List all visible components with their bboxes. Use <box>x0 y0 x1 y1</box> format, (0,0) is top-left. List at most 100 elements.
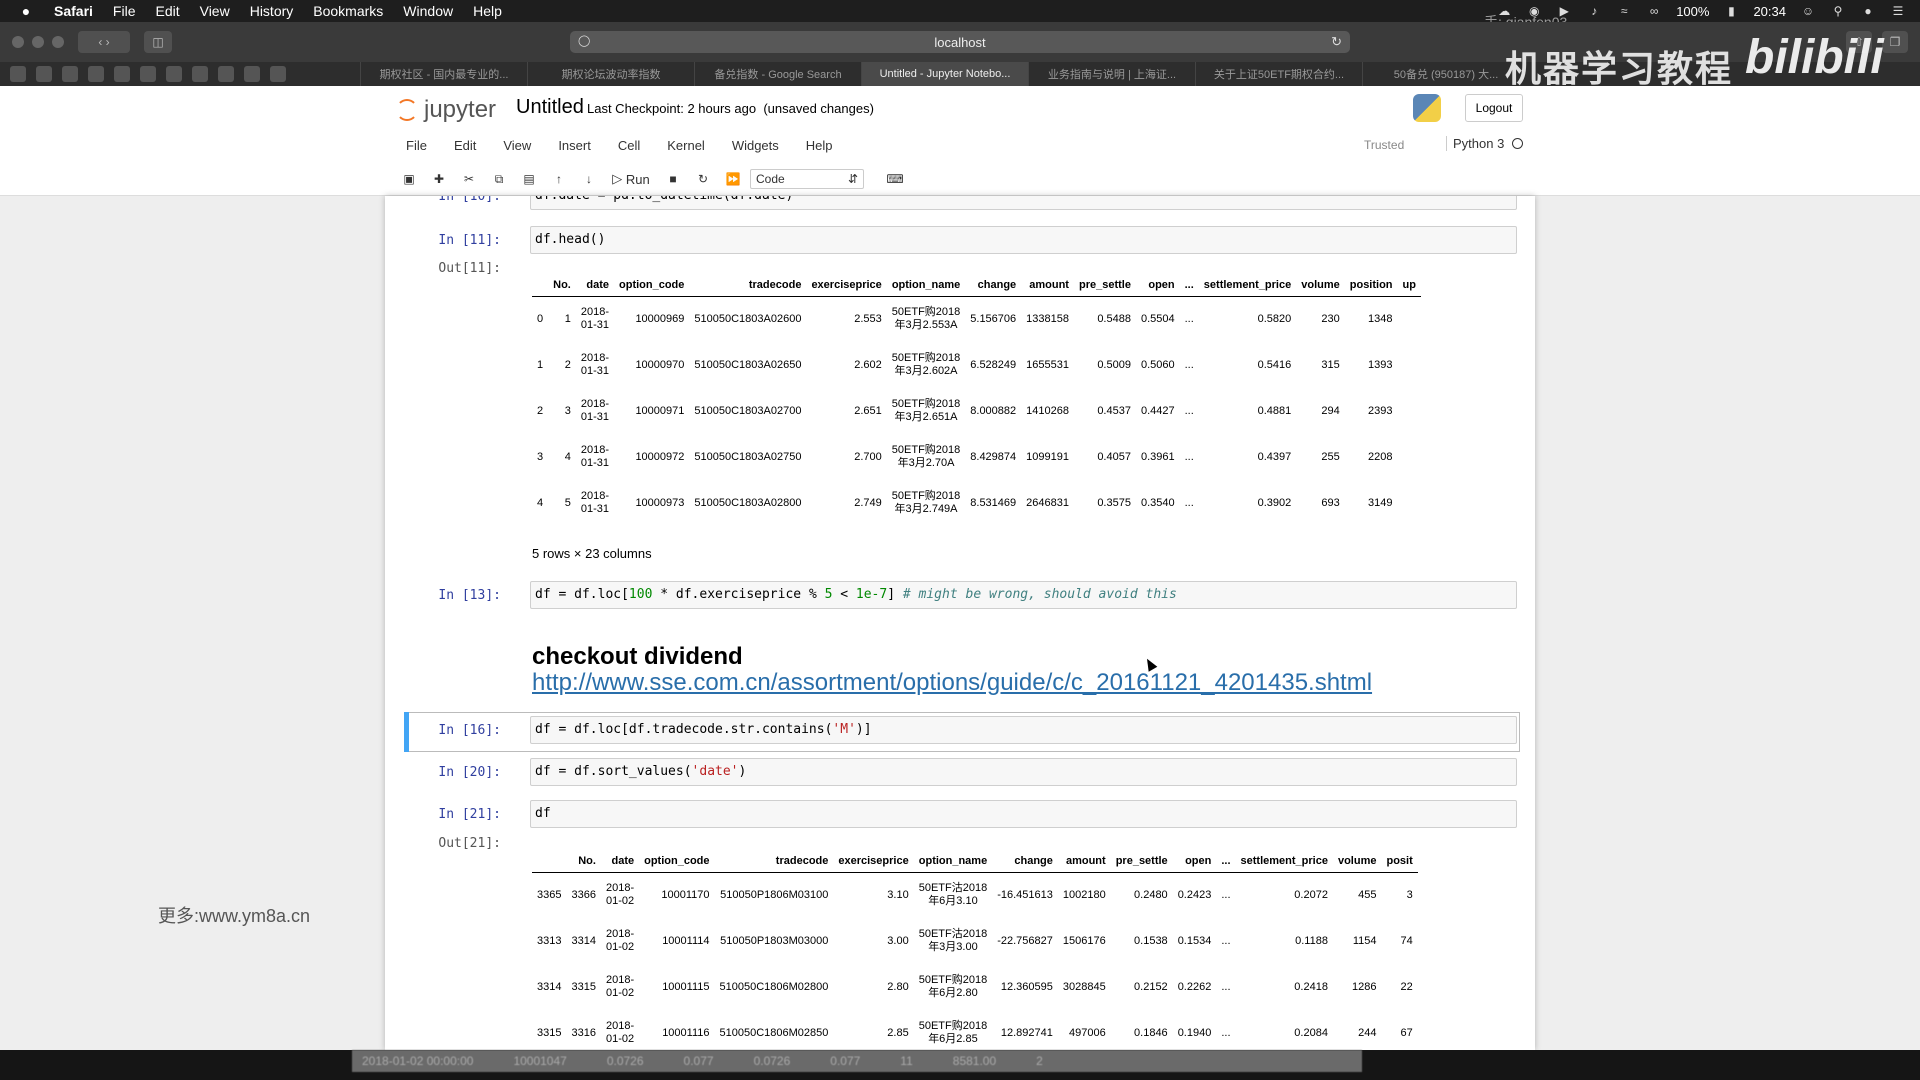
column-header: option_code <box>614 274 690 297</box>
tabs-overview-icon[interactable]: ❐ <box>1882 31 1908 53</box>
table-cell: 510050C1803A02800 <box>694 497 802 509</box>
code-cell[interactable]: df.head() <box>530 226 1517 254</box>
save-icon[interactable]: ▣ <box>396 168 422 190</box>
nb-menu-kernel[interactable]: Kernel <box>667 138 705 153</box>
table-cell: 0.3540 <box>1140 497 1175 509</box>
browser-tab[interactable]: 业务指南与说明 | 上海证... <box>1028 62 1195 86</box>
trusted-indicator[interactable]: Trusted <box>1364 138 1404 152</box>
menu-view[interactable]: View <box>200 3 230 19</box>
minimize-window-button[interactable] <box>32 36 44 48</box>
cut-icon[interactable]: ✂ <box>456 168 482 190</box>
nb-menu-view[interactable]: View <box>503 138 531 153</box>
paste-icon[interactable]: ▤ <box>516 168 542 190</box>
table-cell: 0.4881 <box>1257 405 1292 417</box>
clock[interactable]: 20:34 <box>1753 4 1786 19</box>
markdown-link[interactable]: http://www.sse.com.cn/assortment/options… <box>532 669 1372 697</box>
menu-help[interactable]: Help <box>473 3 502 19</box>
address-bar[interactable]: ◯ localhost ↻ <box>570 31 1350 53</box>
menu-window[interactable]: Window <box>403 3 453 19</box>
restart-icon[interactable]: ↻ <box>690 168 716 190</box>
add-cell-icon[interactable]: ✚ <box>426 168 452 190</box>
code-cell[interactable]: df.date = pd.to_datetime(df.date) <box>530 196 1517 210</box>
favorite-icon[interactable] <box>244 66 260 82</box>
bluetooth-icon[interactable]: ∞ <box>1646 4 1662 18</box>
menu-app-name[interactable]: Safari <box>54 3 93 19</box>
menu-edit[interactable]: Edit <box>155 3 179 19</box>
close-window-button[interactable] <box>12 36 24 48</box>
notification-center-icon[interactable]: ☰ <box>1890 4 1906 18</box>
run-button[interactable]: ▷ Run <box>606 168 656 190</box>
browser-tab[interactable]: 关于上证50ETF期权合约... <box>1195 62 1362 86</box>
user-icon[interactable]: ☺ <box>1800 4 1816 18</box>
notebook-title[interactable]: Untitled <box>516 96 584 119</box>
move-up-icon[interactable]: ↑ <box>546 168 572 190</box>
keyboard-icon[interactable]: ⌨ <box>882 168 908 190</box>
code-cell[interactable]: df = df.loc[df.tradecode.str.contains('M… <box>530 716 1517 744</box>
menu-bookmarks[interactable]: Bookmarks <box>313 3 383 19</box>
sidebar-toggle-icon[interactable]: ◫ <box>144 31 172 53</box>
move-down-icon[interactable]: ↓ <box>576 168 602 190</box>
volume-icon[interactable]: ♪ <box>1586 4 1602 18</box>
table-cell: 10000972 <box>635 451 685 463</box>
copy-icon[interactable]: ⧉ <box>486 168 512 190</box>
table-cell: 12.360595 <box>1000 981 1053 993</box>
table-cell: 74 <box>1400 935 1413 947</box>
table-cell: 12.892741 <box>1000 1027 1053 1039</box>
browser-tab[interactable]: 期权论坛波动率指数 <box>527 62 694 86</box>
spotlight-icon[interactable]: ⚲ <box>1830 4 1846 18</box>
favorite-icon[interactable] <box>166 66 182 82</box>
table-cell: 3.00 <box>887 935 909 947</box>
favorite-icon[interactable] <box>140 66 156 82</box>
table-cell: 0.5504 <box>1140 313 1175 326</box>
code-string: 'date' <box>691 764 739 779</box>
browser-tab[interactable]: 50备兑 (950187) 大... <box>1362 62 1529 86</box>
nb-menu-help[interactable]: Help <box>806 138 833 153</box>
menu-history[interactable]: History <box>250 3 294 19</box>
kernel-indicator[interactable]: Python 3 <box>1446 136 1524 151</box>
column-header: tradecode <box>689 274 807 297</box>
favorite-icon[interactable] <box>114 66 130 82</box>
jupyter-logo[interactable]: jupyter <box>396 96 496 124</box>
nb-menu-cell[interactable]: Cell <box>618 138 640 153</box>
back-forward-buttons[interactable]: ‹ › <box>78 31 130 53</box>
browser-tab[interactable]: 备兑指数 - Google Search <box>694 62 861 86</box>
cell-type-select[interactable]: Code ⇵ <box>750 169 864 189</box>
favorite-icon[interactable] <box>10 66 26 82</box>
nb-menu-file[interactable]: File <box>406 138 427 153</box>
nb-menu-insert[interactable]: Insert <box>558 138 591 153</box>
cell-line: 50ETF沽2018 <box>918 882 988 895</box>
apple-icon[interactable]: ● <box>18 3 34 19</box>
cell-prompt: In [21]: <box>438 807 501 822</box>
code-cell[interactable]: df = df.loc[100 * df.exerciseprice % 5 <… <box>530 581 1517 609</box>
zoom-window-button[interactable] <box>52 36 64 48</box>
siri-icon[interactable]: ● <box>1860 4 1876 18</box>
url-text[interactable]: localhost <box>934 35 985 50</box>
browser-tab[interactable]: 期权社区 - 国内最专业的... <box>360 62 527 86</box>
cell-line: 2018- <box>605 882 635 895</box>
code-number: 1e-7 <box>855 587 888 602</box>
logout-button[interactable]: Logout <box>1465 94 1523 122</box>
favorite-icon[interactable] <box>192 66 208 82</box>
favorite-icon[interactable] <box>218 66 234 82</box>
site-info-icon[interactable]: ◯ <box>578 34 590 47</box>
fast-forward-icon[interactable]: ⏩ <box>720 168 746 190</box>
wifi-icon[interactable]: ≈ <box>1616 4 1632 18</box>
table-cell: -16.451613 <box>997 889 1053 902</box>
nb-menu-widgets[interactable]: Widgets <box>732 138 779 153</box>
favorite-icon[interactable] <box>62 66 78 82</box>
checkpoint-text: Last Checkpoint: 2 hours ago <box>587 101 757 116</box>
stop-icon[interactable]: ■ <box>660 168 686 190</box>
code-cell[interactable]: df <box>530 800 1517 828</box>
favorite-icon[interactable] <box>270 66 286 82</box>
favorite-icon[interactable] <box>36 66 52 82</box>
table-cell: 1154 <box>1352 935 1377 947</box>
notebook-container[interactable]: In [10]: df.date = pd.to_datetime(df.dat… <box>385 196 1535 1050</box>
battery-icon[interactable]: ▮ <box>1723 4 1739 18</box>
code-cell[interactable]: df = df.sort_values('date') <box>530 758 1517 786</box>
nb-menu-edit[interactable]: Edit <box>454 138 476 153</box>
favorite-icon[interactable] <box>88 66 104 82</box>
column-header: date <box>575 274 614 297</box>
reload-icon[interactable]: ↻ <box>1331 34 1342 50</box>
menu-file[interactable]: File <box>113 3 136 19</box>
browser-tab-active[interactable]: Untitled - Jupyter Notebo... <box>861 62 1028 86</box>
